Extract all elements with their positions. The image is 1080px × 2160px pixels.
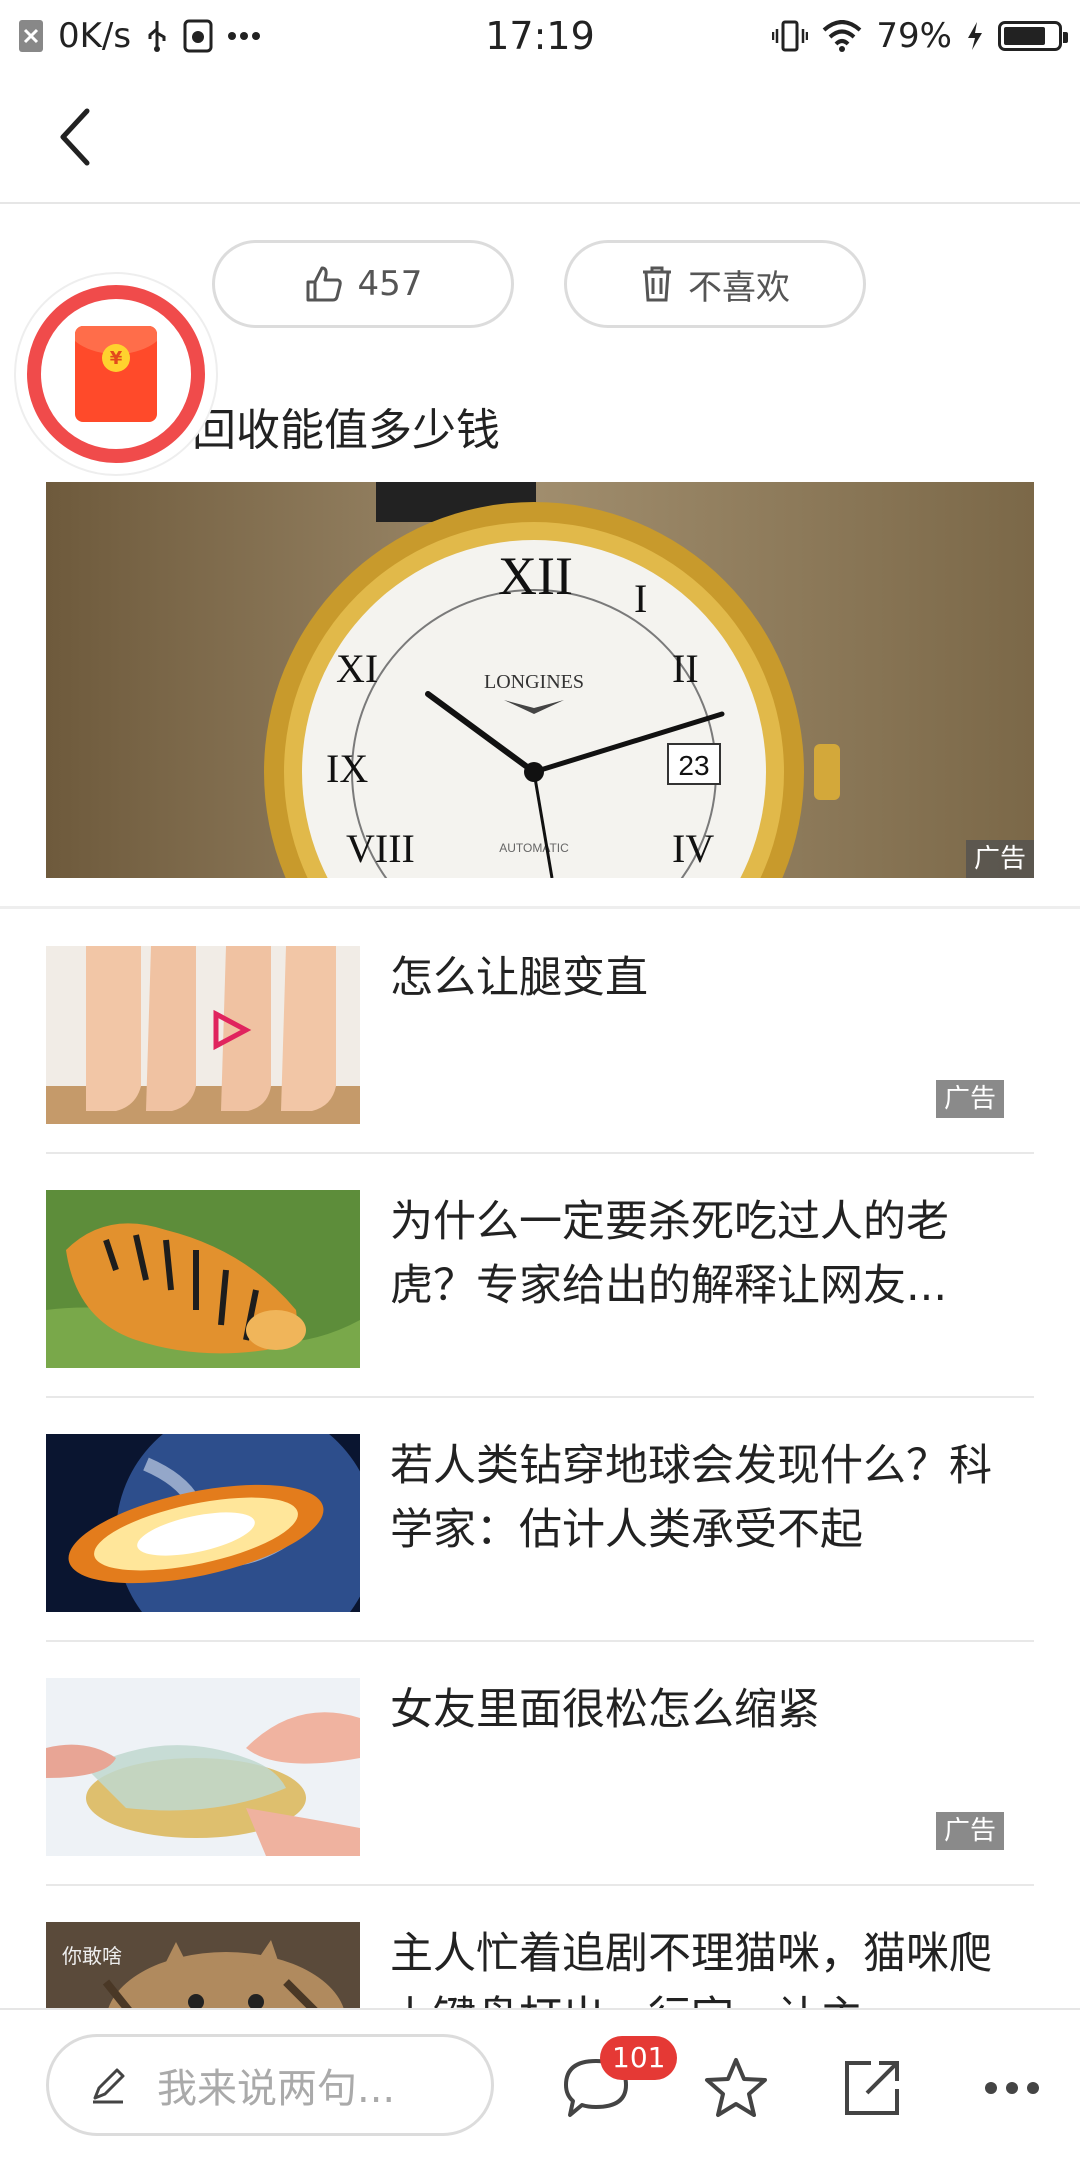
feed-item[interactable]: 为什么一定要杀死吃过人的老虎？专家给出的解释让网友... [46,1154,1034,1398]
dislike-button[interactable]: 不喜欢 [564,240,866,328]
comment-input[interactable]: 我来说两句... [46,2034,494,2136]
no-sim-icon [18,19,44,53]
usb-debug-icon [183,19,213,53]
star-icon [705,2058,767,2117]
svg-text:II: II [672,646,699,691]
like-count: 457 [357,264,423,304]
feed-thumbnail [46,1190,360,1368]
feed-title: 若人类钻穿地球会发现什么？科学家：估计人类承受不起 [390,1441,992,1555]
bottom-action-bar: 我来说两句... 101 [0,2008,1080,2160]
watch-sub: AUTOMATIC [499,841,569,855]
status-right: 79% [772,16,1068,56]
feed-title: 为什么一定要杀死吃过人的老虎？专家给出的解释让网友... [390,1197,949,1311]
yuan-coin-icon: ¥ [102,344,130,372]
feed-title: 女友里面很松怎么缩紧 [390,1685,820,1735]
back-button[interactable] [40,102,110,172]
trash-icon [643,266,671,302]
watch-illustration: XII I II XI IX VIII IV LONGINES 23 AUTOM… [46,482,1034,878]
feed-thumbnail [46,1678,360,1856]
svg-text:XII: XII [498,546,573,606]
red-envelope-icon: ¥ [75,326,157,422]
battery-level [1004,27,1046,45]
vibrate-icon [772,19,809,53]
battery-icon [998,21,1068,51]
more-options-button[interactable] [978,2056,1046,2120]
charging-icon [966,21,984,51]
battery-percent: 79% [876,16,952,56]
top-nav [0,72,1080,204]
chevron-left-icon [60,108,90,166]
feed-thumbnail [46,1434,360,1612]
feed-item[interactable]: 怎么让腿变直 广告 [46,910,1034,1154]
feed-title: 怎么让腿变直 [390,953,648,1003]
ad-badge: 广告 [935,1080,1004,1118]
more-dots-icon [985,2082,1039,2094]
ad-badge: 广告 [935,1812,1004,1850]
thumbs-up-icon [306,266,342,302]
svg-text:IV: IV [672,826,714,871]
section-divider [0,906,1080,909]
svg-text:VIII: VIII [346,826,415,871]
network-speed: 0K/s [58,16,132,56]
red-packet-ring: ¥ [27,285,205,463]
share-icon [845,2061,899,2115]
more-notifications-icon [227,31,261,41]
usb-icon [145,19,169,53]
comment-placeholder: 我来说两句... [157,2066,396,2112]
feed-thumbnail [46,946,360,1124]
status-bar: 0K/s 17:19 79% [0,0,1080,72]
svg-text:IX: IX [326,746,368,791]
thumb-caption: 你敢啥 [62,1944,122,1968]
red-packet-button[interactable]: ¥ [14,272,218,476]
dislike-label: 不喜欢 [688,267,790,308]
status-left: 0K/s [18,16,261,56]
ad-badge: 广告 [965,840,1034,878]
svg-text:I: I [634,576,647,621]
pencil-icon [93,2068,125,2104]
feed-item[interactable]: 若人类钻穿地球会发现什么？科学家：估计人类承受不起 [46,1398,1034,1642]
watch-brand: LONGINES [484,671,584,693]
wifi-icon [822,20,862,52]
feed-item[interactable]: 女友里面很松怎么缩紧 广告 [46,1642,1034,1886]
ad-banner-image[interactable]: XII I II XI IX VIII IV LONGINES 23 AUTOM… [46,482,1034,878]
watch-date: 23 [678,750,709,781]
share-button[interactable] [838,2056,906,2120]
like-button[interactable]: 457 [212,240,514,328]
comment-count-badge: 101 [600,2036,678,2080]
related-feed: 怎么让腿变直 广告 为什么一定要杀死吃过人的老虎？专家给出的解释让网友... 若… [46,910,1034,2130]
svg-text:XI: XI [336,646,378,691]
favorite-button[interactable] [702,2056,770,2120]
